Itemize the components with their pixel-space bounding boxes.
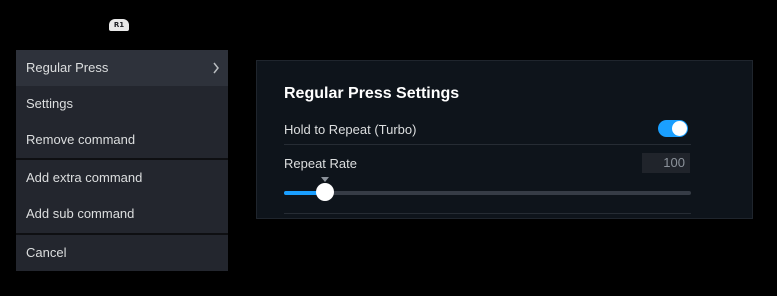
repeat-rate-slider-track[interactable]: [284, 191, 691, 195]
menu-item-label: Add extra command: [26, 170, 143, 185]
chevron-right-icon: [213, 62, 219, 74]
menu-item-label: Regular Press: [26, 60, 109, 75]
menu-item-remove-command[interactable]: Remove command: [16, 122, 228, 158]
toggle-knob: [672, 121, 687, 136]
menu-item-cancel[interactable]: Cancel: [16, 235, 228, 271]
menu-item-label: Settings: [26, 96, 73, 111]
menu-item-label: Add sub command: [26, 206, 135, 221]
r1-badge-label: R1: [113, 21, 125, 29]
repeat-rate-value-field[interactable]: 100: [642, 153, 690, 173]
menu-item-add-sub-command[interactable]: Add sub command: [16, 196, 228, 232]
row-divider: [284, 144, 691, 145]
default-value-marker-icon: [321, 177, 329, 182]
row-divider: [284, 213, 691, 214]
hold-to-repeat-toggle[interactable]: [658, 120, 688, 137]
repeat-rate-slider-handle[interactable]: [316, 183, 334, 201]
settings-panel: Regular Press Settings Hold to Repeat (T…: [256, 60, 753, 219]
hold-to-repeat-label: Hold to Repeat (Turbo): [284, 122, 417, 137]
menu-item-label: Remove command: [26, 132, 136, 147]
panel-title: Regular Press Settings: [284, 85, 460, 102]
menu-item-add-extra-command[interactable]: Add extra command: [16, 160, 228, 196]
repeat-rate-label: Repeat Rate: [284, 156, 357, 171]
r1-button-badge-icon: R1: [109, 19, 129, 31]
context-menu: Regular Press Settings Remove command Ad…: [16, 50, 228, 271]
menu-item-settings[interactable]: Settings: [16, 86, 228, 122]
menu-item-label: Cancel: [26, 245, 67, 260]
menu-item-regular-press[interactable]: Regular Press: [16, 50, 228, 86]
